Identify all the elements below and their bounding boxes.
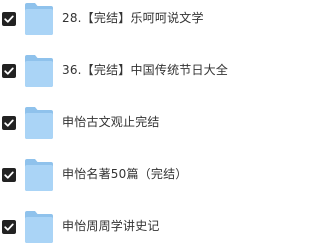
checkbox-checked[interactable] xyxy=(2,64,16,78)
file-name[interactable]: 申怡周周学讲史记 xyxy=(62,218,160,234)
list-item[interactable]: 申怡古文观止完结 xyxy=(0,104,268,144)
file-list: 28.【完结】乐呵呵说文学 36.【完结】中国传统节日大全 申怡古文观止完结 申… xyxy=(0,0,268,248)
file-name[interactable]: 申怡名著50篇（完结） xyxy=(62,166,187,182)
checkbox-checked[interactable] xyxy=(2,12,16,26)
list-item[interactable]: 申怡名著50篇（完结） xyxy=(0,156,268,196)
checkmark-icon xyxy=(4,223,14,231)
folder-icon xyxy=(24,2,54,36)
checkmark-icon xyxy=(4,15,14,23)
checkmark-icon xyxy=(4,171,14,179)
list-item[interactable]: 28.【完结】乐呵呵说文学 xyxy=(0,0,268,40)
checkbox-checked[interactable] xyxy=(2,116,16,130)
file-name[interactable]: 36.【完结】中国传统节日大全 xyxy=(62,62,228,78)
list-item[interactable]: 36.【完结】中国传统节日大全 xyxy=(0,52,268,92)
checkmark-icon xyxy=(4,67,14,75)
folder-icon xyxy=(24,210,54,244)
list-item[interactable]: 申怡周周学讲史记 xyxy=(0,208,268,248)
checkbox-checked[interactable] xyxy=(2,220,16,234)
file-name[interactable]: 申怡古文观止完结 xyxy=(62,114,160,130)
file-name[interactable]: 28.【完结】乐呵呵说文学 xyxy=(62,10,204,26)
checkmark-icon xyxy=(4,119,14,127)
folder-icon xyxy=(24,54,54,88)
checkbox-checked[interactable] xyxy=(2,168,16,182)
folder-icon xyxy=(24,158,54,192)
folder-icon xyxy=(24,106,54,140)
